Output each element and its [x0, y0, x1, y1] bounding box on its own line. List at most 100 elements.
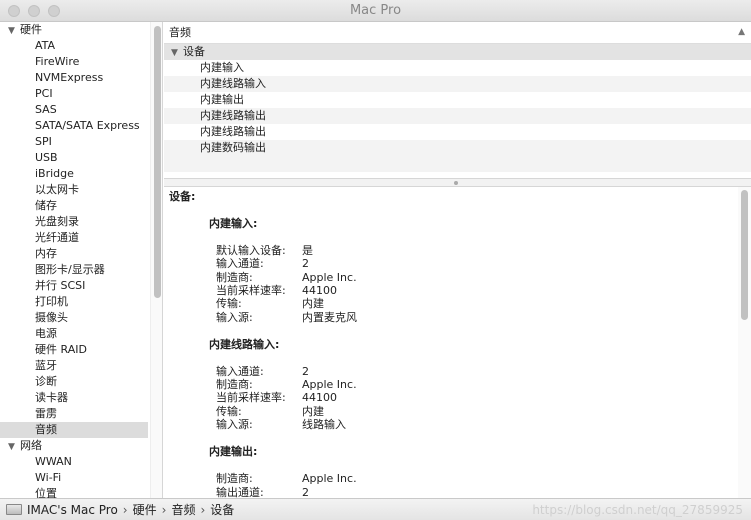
- sidebar-item[interactable]: 蓝牙: [0, 358, 148, 374]
- sidebar-item[interactable]: FireWire: [0, 54, 148, 70]
- sidebar-item[interactable]: 内存: [0, 246, 148, 262]
- sidebar-item[interactable]: 雷雳: [0, 406, 148, 422]
- device-name: 内建线路输出: [200, 109, 266, 122]
- sidebar-item-label: 电源: [35, 327, 57, 340]
- sidebar-item[interactable]: 位置: [0, 486, 148, 498]
- sidebar-item[interactable]: 以太网卡: [0, 182, 148, 198]
- detail-pane: 设备: 内建输入: 默认输入设备: 是输入通道: 2 制造商: Apple Inc. 当前采样…: [164, 187, 751, 498]
- path-computer[interactable]: IMAC's Mac Pro: [27, 503, 118, 517]
- table-group-row[interactable]: ▼ 设备: [164, 44, 751, 60]
- sidebar-item[interactable]: 并行 SCSI: [0, 278, 148, 294]
- sidebar-item-label: 光纤通道: [35, 231, 79, 244]
- table-row[interactable]: 内建线路输出: [164, 124, 751, 140]
- sidebar-item-label: 以太网卡: [35, 183, 79, 196]
- property-key: 传输:: [216, 404, 242, 418]
- sidebar-item[interactable]: 光纤通道: [0, 230, 148, 246]
- property-value: Apple Inc.: [302, 378, 357, 392]
- sidebar-item[interactable]: 打印机: [0, 294, 148, 310]
- device-name: 内建输出: [200, 93, 244, 106]
- property-key: 输入源:: [216, 310, 253, 324]
- sidebar-item-label: 摄像头: [35, 311, 68, 324]
- sidebar-item[interactable]: PCI: [0, 86, 148, 102]
- sidebar-item[interactable]: SATA/SATA Express: [0, 118, 148, 134]
- sidebar-item[interactable]: SPI: [0, 134, 148, 150]
- sidebar-item-label: 内存: [35, 247, 57, 260]
- property-key: 输入通道:: [216, 257, 264, 271]
- property-key: 输入通道:: [216, 364, 264, 378]
- detail-heading: 设备:: [169, 190, 196, 203]
- property-value: 内建: [302, 297, 324, 311]
- property-value: 2: [302, 364, 309, 378]
- property-key: 制造商:: [216, 472, 253, 486]
- sidebar-item[interactable]: SAS: [0, 102, 148, 118]
- section-title: 内建输出:: [209, 445, 258, 459]
- sidebar-item[interactable]: 储存: [0, 198, 148, 214]
- disclosure-triangle-icon[interactable]: ▼: [171, 45, 183, 61]
- sidebar-item[interactable]: USB: [0, 150, 148, 166]
- table-row[interactable]: 内建数码输出: [164, 140, 751, 156]
- property-value: 2: [302, 257, 309, 271]
- sidebar-item-label: NVMExpress: [35, 71, 104, 84]
- table-header[interactable]: 音频 ▲: [164, 22, 751, 44]
- sidebar-item[interactable]: ATA: [0, 38, 148, 54]
- property-key: 制造商:: [216, 378, 253, 392]
- path-crumb[interactable]: 设备: [210, 503, 234, 517]
- table-row[interactable]: 内建输出: [164, 92, 751, 108]
- sidebar-item[interactable]: 图形卡/显示器: [0, 262, 148, 278]
- sidebar-item[interactable]: 电源: [0, 326, 148, 342]
- sidebar-group[interactable]: ▼ 硬件: [0, 22, 148, 38]
- sidebar-item[interactable]: iBridge: [0, 166, 148, 182]
- sidebar-item-label: SATA/SATA Express: [35, 119, 140, 132]
- property-key: 默认输入设备:: [216, 244, 286, 257]
- sidebar-item-label: ATA: [35, 39, 56, 52]
- sidebar-item-label: 网络: [20, 439, 42, 452]
- sidebar-item-label: 雷雳: [35, 407, 57, 420]
- sidebar-item-label: 蓝牙: [35, 359, 57, 372]
- property-value: 内置麦克风: [302, 310, 357, 324]
- property-key: 传输:: [216, 297, 242, 311]
- table-row[interactable]: 内建线路输入: [164, 76, 751, 92]
- sidebar-item-label: WWAN: [35, 455, 72, 468]
- disclosure-triangle-icon[interactable]: ▼: [8, 439, 20, 455]
- pane-splitter[interactable]: [164, 178, 751, 187]
- title-bar: Mac Pro: [0, 0, 751, 22]
- property-key: 当前采样速率:: [216, 391, 286, 405]
- sidebar-item[interactable]: 光盘刻录: [0, 214, 148, 230]
- chevron-right-icon: ›: [122, 503, 128, 517]
- sidebar-item-label: 读卡器: [35, 391, 68, 404]
- property-value: 线路输入: [302, 418, 346, 431]
- sidebar-group[interactable]: ▼ 网络: [0, 438, 148, 454]
- sidebar-item-label: 诊断: [35, 375, 57, 388]
- sidebar-item[interactable]: 摄像头: [0, 310, 148, 326]
- sidebar-item-label: 音频: [35, 423, 57, 436]
- property-key: 当前采样速率:: [216, 283, 286, 297]
- detail-scrollbar-thumb[interactable]: [741, 190, 748, 320]
- table-row[interactable]: 内建输入: [164, 60, 751, 76]
- sidebar-scrollbar[interactable]: [150, 22, 162, 498]
- sidebar-item[interactable]: Wi-Fi: [0, 470, 148, 486]
- path-crumb[interactable]: 硬件: [133, 503, 157, 517]
- table-row-empty: [164, 156, 751, 172]
- section-title: 内建输入:: [209, 217, 258, 230]
- table-row[interactable]: 内建线路输出: [164, 108, 751, 124]
- chevron-right-icon: ›: [200, 503, 206, 517]
- sidebar-scrollbar-thumb[interactable]: [154, 26, 161, 298]
- watermark: https://blog.csdn.net/qq_27859925: [532, 503, 743, 517]
- sidebar-item-label: 储存: [35, 199, 57, 212]
- path-crumb[interactable]: 音频: [171, 503, 195, 517]
- sidebar-item-label: USB: [35, 151, 58, 164]
- splitter-handle-icon: [454, 181, 458, 185]
- disclosure-triangle-icon[interactable]: ▼: [8, 23, 20, 39]
- sidebar-item[interactable]: NVMExpress: [0, 70, 148, 86]
- sidebar-item[interactable]: WWAN: [0, 454, 148, 470]
- computer-icon: [6, 504, 22, 515]
- detail-scrollbar[interactable]: [738, 187, 751, 498]
- sidebar-item[interactable]: 硬件 RAID: [0, 342, 148, 358]
- sidebar-item-label: FireWire: [35, 55, 80, 68]
- sidebar-item[interactable]: 音频: [0, 422, 148, 438]
- window-title: Mac Pro: [349, 3, 402, 18]
- property-key: 输入源:: [216, 418, 253, 431]
- sidebar-item-label: PCI: [35, 87, 53, 100]
- sidebar-item[interactable]: 读卡器: [0, 390, 148, 406]
- sidebar-item[interactable]: 诊断: [0, 374, 148, 390]
